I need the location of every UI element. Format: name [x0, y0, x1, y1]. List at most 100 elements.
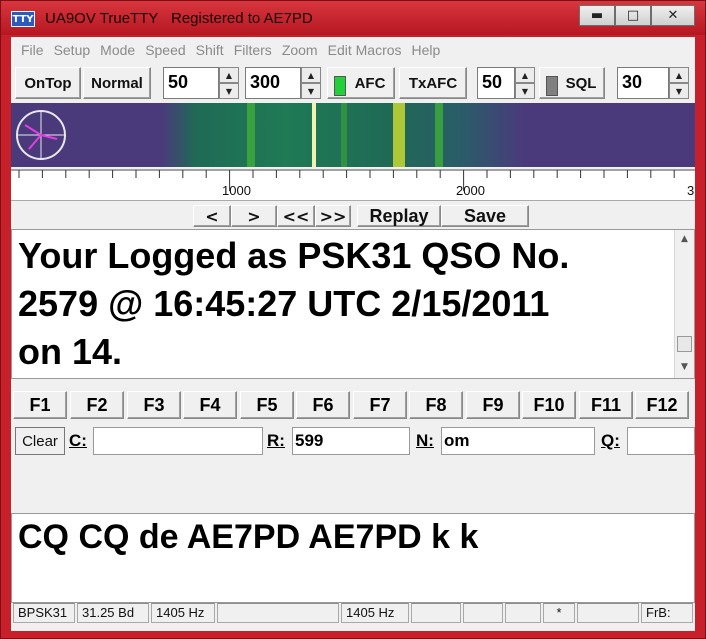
frequency-ticks [11, 169, 695, 191]
registration-text: Registered to AE7PD [171, 10, 313, 27]
shift-input[interactable]: 300 [245, 67, 301, 99]
afc-toggle[interactable]: AFC [327, 67, 395, 99]
close-button[interactable]: ✕ [651, 5, 695, 26]
transmit-text-area[interactable]: CQ CQ de AE7PD AE7PD k k [11, 513, 695, 603]
f1-button[interactable]: F1 [13, 391, 67, 419]
f12-button[interactable]: F12 [635, 391, 689, 419]
sql-down-button[interactable]: ▼ [669, 83, 689, 99]
sql-level-spinner: ▲ ▼ [669, 67, 689, 99]
rewind-button[interactable]: << [277, 205, 315, 227]
status-bar: BPSK31 31.25 Bd 1405 Hz 1405 Hz * FrB: [11, 603, 695, 625]
menu-file[interactable]: File [21, 42, 44, 58]
rx-line: Your Logged as PSK31 QSO No. [18, 235, 570, 276]
f9-button[interactable]: F9 [466, 391, 520, 419]
client-area: File Setup Mode Speed Shift Filters Zoom… [11, 37, 695, 631]
shift-down-button[interactable]: ▼ [301, 83, 321, 99]
app-window: TTY UA9OV TrueTTY Registered to AE7PD ▬ … [0, 0, 706, 639]
rst-label: R: [267, 431, 285, 450]
sql-label: SQL [565, 74, 597, 92]
macro-keys: F1 F2 F3 F4 F5 F6 F7 F8 F9 F10 F11 F12 [11, 391, 695, 421]
status-freq: 1405 Hz [151, 603, 215, 623]
f11-button[interactable]: F11 [579, 391, 633, 419]
rst-field[interactable]: 599 [292, 427, 410, 455]
clear-button[interactable]: Clear [15, 427, 65, 455]
save-button[interactable]: Save [441, 205, 529, 227]
scroll-down-icon[interactable]: ▼ [675, 358, 694, 376]
replay-button[interactable]: Replay [357, 205, 441, 227]
tx-speed-input[interactable]: 50 [477, 67, 515, 99]
tuning-indicator-icon [16, 110, 66, 160]
status-empty-4 [505, 603, 541, 623]
status-frb: FrB: [641, 603, 693, 623]
menu-setup[interactable]: Setup [54, 42, 91, 58]
menu-mode[interactable]: Mode [100, 42, 135, 58]
f6-button[interactable]: F6 [296, 391, 350, 419]
f7-button[interactable]: F7 [353, 391, 407, 419]
f5-button[interactable]: F5 [240, 391, 294, 419]
status-baud: 31.25 Bd [77, 603, 149, 623]
tx-speed-down-button[interactable]: ▼ [515, 83, 535, 99]
minimize-button[interactable]: ▬ [579, 5, 615, 26]
status-freq-2: 1405 Hz [341, 603, 409, 623]
rx-scrollbar[interactable]: ▲ ▼ [674, 230, 694, 378]
status-empty-1 [217, 603, 339, 623]
waterfall-spectrum[interactable] [11, 103, 695, 167]
receive-text-area[interactable]: Your Logged as PSK31 QSO No. 2579 @ 16:4… [11, 229, 695, 379]
tx-speed-up-button[interactable]: ▲ [515, 67, 535, 83]
log-fields: Clear C: R: 599 N: om Q: [11, 425, 695, 457]
fast-forward-button[interactable]: >> [315, 205, 351, 227]
sql-up-button[interactable]: ▲ [669, 67, 689, 83]
menu-speed[interactable]: Speed [145, 42, 185, 58]
scale-label-1000: 1000 [222, 183, 251, 198]
normal-button[interactable]: Normal [83, 67, 151, 99]
qth-label: Q: [601, 431, 620, 450]
status-empty-5 [577, 603, 639, 623]
next-button[interactable]: > [231, 205, 277, 227]
sql-led-icon [546, 76, 558, 96]
speed-input[interactable]: 50 [163, 67, 219, 99]
transmit-text: CQ CQ de AE7PD AE7PD k k [18, 518, 479, 556]
ontop-button[interactable]: OnTop [15, 67, 81, 99]
afc-label: AFC [354, 74, 386, 92]
afc-led-icon [334, 76, 346, 96]
title-bar[interactable]: TTY UA9OV TrueTTY Registered to AE7PD ▬ … [1, 1, 705, 35]
sql-toggle[interactable]: SQL [539, 67, 605, 99]
frequency-scale[interactable]: 1000 2000 3 [11, 169, 695, 201]
menu-filters[interactable]: Filters [234, 42, 272, 58]
f8-button[interactable]: F8 [409, 391, 463, 419]
scroll-thumb[interactable] [677, 336, 692, 352]
rx-line: on 14. [18, 331, 123, 372]
f10-button[interactable]: F10 [522, 391, 576, 419]
toolbar: OnTop Normal 50 ▲ ▼ 300 ▲ ▼ AFC TxAFC 50… [11, 65, 695, 101]
speed-spinner: ▲ ▼ [219, 67, 239, 99]
menu-zoom[interactable]: Zoom [282, 42, 318, 58]
scroll-up-icon[interactable]: ▲ [675, 230, 694, 248]
shift-up-button[interactable]: ▲ [301, 67, 321, 83]
menu-help[interactable]: Help [412, 42, 441, 58]
f3-button[interactable]: F3 [127, 391, 181, 419]
status-star: * [543, 603, 575, 623]
status-empty-3 [463, 603, 503, 623]
menu-bar: File Setup Mode Speed Shift Filters Zoom… [11, 37, 695, 63]
speed-down-button[interactable]: ▼ [219, 83, 239, 99]
qth-field[interactable] [627, 427, 695, 455]
call-field[interactable] [93, 427, 263, 455]
f4-button[interactable]: F4 [183, 391, 237, 419]
scale-label-2000: 2000 [456, 183, 485, 198]
shift-spinner: ▲ ▼ [301, 67, 321, 99]
waterfall-display[interactable] [11, 103, 695, 167]
app-icon[interactable]: TTY [11, 11, 35, 27]
sql-level-input[interactable]: 30 [617, 67, 669, 99]
tx-speed-spinner: ▲ ▼ [515, 67, 535, 99]
menu-edit-macros[interactable]: Edit Macros [328, 42, 402, 58]
scale-label-3000: 3 [687, 183, 695, 198]
maximize-button[interactable]: □ [615, 5, 651, 26]
prev-button[interactable]: < [193, 205, 231, 227]
menu-shift[interactable]: Shift [196, 42, 224, 58]
name-field[interactable]: om [441, 427, 595, 455]
receive-text: Your Logged as PSK31 QSO No. 2579 @ 16:4… [18, 232, 668, 376]
txafc-button[interactable]: TxAFC [399, 67, 467, 99]
name-label: N: [416, 431, 434, 450]
f2-button[interactable]: F2 [70, 391, 124, 419]
speed-up-button[interactable]: ▲ [219, 67, 239, 83]
